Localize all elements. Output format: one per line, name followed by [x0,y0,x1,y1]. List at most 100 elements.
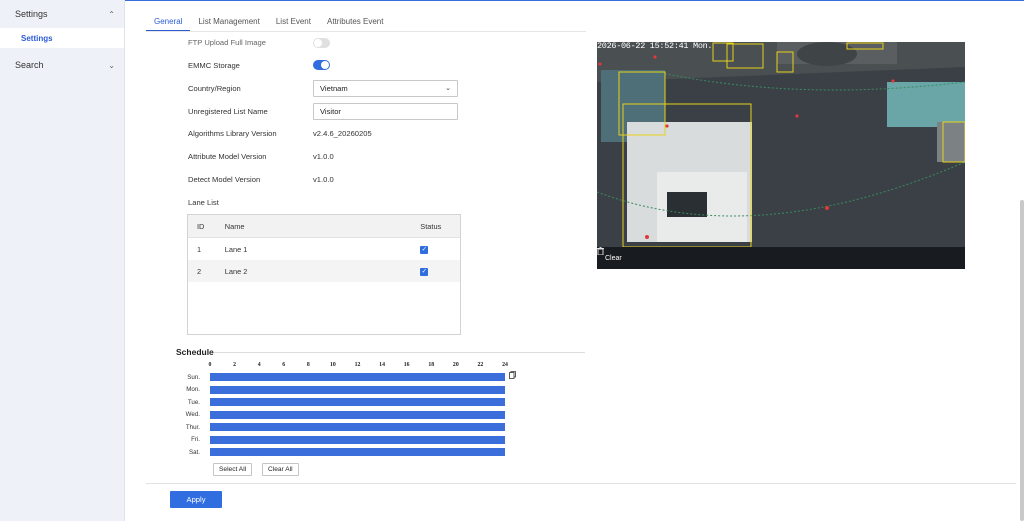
sidebar-group-label: Settings [15,9,48,19]
hour-label: 12 [354,362,361,368]
sidebar-group-settings[interactable]: Settings ⌃ [0,0,124,28]
schedule-bar[interactable] [210,385,505,394]
lane-id: 1 [197,244,202,254]
schedule-row: Fri. [176,434,505,447]
day-label: Sat. [188,448,200,456]
hour-label: 22 [477,362,484,368]
attr-value: v1.0.0 [313,151,334,161]
schedule-row: Mon. [176,384,505,397]
attr-label: Attribute Model Version [188,151,267,161]
day-label: Tue. [187,398,200,406]
hour-label: 18 [428,362,435,368]
schedule-days: Sun. Mon. Tue. Wed. Thur. Fri. Sat. [176,371,505,459]
schedule-bar[interactable] [210,435,505,444]
schedule-bar[interactable] [210,423,505,432]
schedule-row: Tue. [176,396,505,409]
copy-icon[interactable] [509,371,516,379]
emmc-storage-toggle[interactable] [313,60,330,70]
lane-table-header: ID Name Status [188,215,460,238]
sidebar-group-search[interactable]: Search ⌄ [0,51,124,79]
hour-label: 6 [282,362,286,368]
algo-row: Algorithms Library Version v2.4.6_202602… [188,124,372,142]
day-label: Mon. [186,386,200,394]
video-timestamp: 2026-06-22 15:52:41 Mon. [597,42,713,51]
hour-label: 8 [306,362,310,368]
schedule-row: Sat. [176,446,505,459]
lane-list-title: Lane List [188,198,219,207]
hour-label: 16 [403,362,410,368]
chevron-down-icon: ⌄ [445,85,451,92]
lane-id: 2 [197,266,202,276]
country-label: Country/Region [188,83,241,93]
sidebar-group-label: Search [15,60,44,70]
lane-status-checkbox[interactable]: ✓ [420,246,429,254]
day-label: Wed. [185,411,200,419]
lane-table: ID Name Status 1 Lane 1 ✓ 2 Lane 2 ✓ [187,214,461,335]
hour-label: 24 [502,362,508,368]
hour-axis: 0 2 4 6 8 10 12 14 16 18 20 22 24 [208,362,508,371]
unregistered-row: Unregistered List Name [188,102,458,120]
column-id: ID [197,221,205,231]
hour-label: 14 [379,362,385,368]
lane-status-checkbox[interactable]: ✓ [420,268,429,276]
chevron-up-icon: ⌃ [108,9,115,19]
detect-row: Detect Model Version v1.0.0 [188,170,334,188]
apply-button[interactable]: Apply [170,491,222,508]
country-value: Vietnam [320,83,348,93]
ftp-upload-label: FTP Upload Full Image [188,38,266,47]
day-label: Fri. [191,436,200,444]
country-select[interactable]: Vietnam ⌄ [313,79,458,97]
tab-list-event[interactable]: List Event [268,12,319,32]
table-row: 1 Lane 1 ✓ [188,238,460,260]
hour-label: 4 [257,362,261,368]
unregistered-list-name-input[interactable] [313,102,458,120]
schedule-bar[interactable] [210,448,505,457]
schedule-bar[interactable] [210,373,505,382]
detect-value: v1.0.0 [313,174,334,184]
tab-attributes-event[interactable]: Attributes Event [319,12,391,32]
hour-label: 10 [330,362,336,368]
schedule-row: Wed. [176,409,505,422]
unregistered-label: Unregistered List Name [188,106,268,116]
tab-general[interactable]: General [146,12,191,32]
tab-bar: General List Management List Event Attri… [146,12,391,32]
emmc-row: EMMC Storage [188,56,330,74]
detect-label: Detect Model Version [188,174,261,184]
hour-label: 2 [233,362,237,368]
table-row: 2 Lane 2 ✓ [188,260,460,282]
lane-name: Lane 2 [224,266,248,276]
tab-divider [146,31,586,32]
algo-label: Algorithms Library Version [188,128,277,138]
camera-scene [597,42,965,248]
schedule-bar[interactable] [210,398,505,407]
sidebar-item-settings[interactable]: Settings [0,28,124,48]
trash-icon[interactable] [597,247,604,255]
hour-label: 0 [208,362,212,368]
schedule-bar[interactable] [210,410,505,419]
schedule-row: Thur. [176,421,505,434]
schedule-row: Sun. [176,371,505,384]
schedule-divider [214,352,585,353]
column-name: Name [224,221,245,231]
sidebar: Settings ⌃ Settings Search ⌄ [0,0,125,521]
select-all-button[interactable]: Select All [213,463,253,476]
attr-row: Attribute Model Version v1.0.0 [188,147,334,165]
emmc-label: EMMC Storage [188,60,240,70]
day-label: Thur. [185,423,200,431]
schedule-title: Schedule [176,347,214,357]
video-preview: 2026-06-22 15:52:41 Mon. Clear [597,42,965,269]
top-accent-line [125,0,1024,1]
algo-value: v2.4.6_20260205 [313,128,372,138]
lane-name: Lane 1 [224,244,248,254]
hour-label: 20 [452,362,459,368]
country-row: Country/Region Vietnam ⌄ [188,79,458,97]
tab-list-management[interactable]: List Management [190,12,267,32]
footer-divider [146,483,1016,484]
day-label: Sun. [187,373,200,381]
page-scrollbar[interactable] [1020,200,1024,521]
clear-all-button[interactable]: Clear All [262,463,299,476]
ftp-upload-toggle[interactable] [313,38,330,48]
column-status: Status [420,221,442,231]
video-toolbar: Clear [597,247,965,269]
clear-button-label[interactable]: Clear [605,255,622,262]
